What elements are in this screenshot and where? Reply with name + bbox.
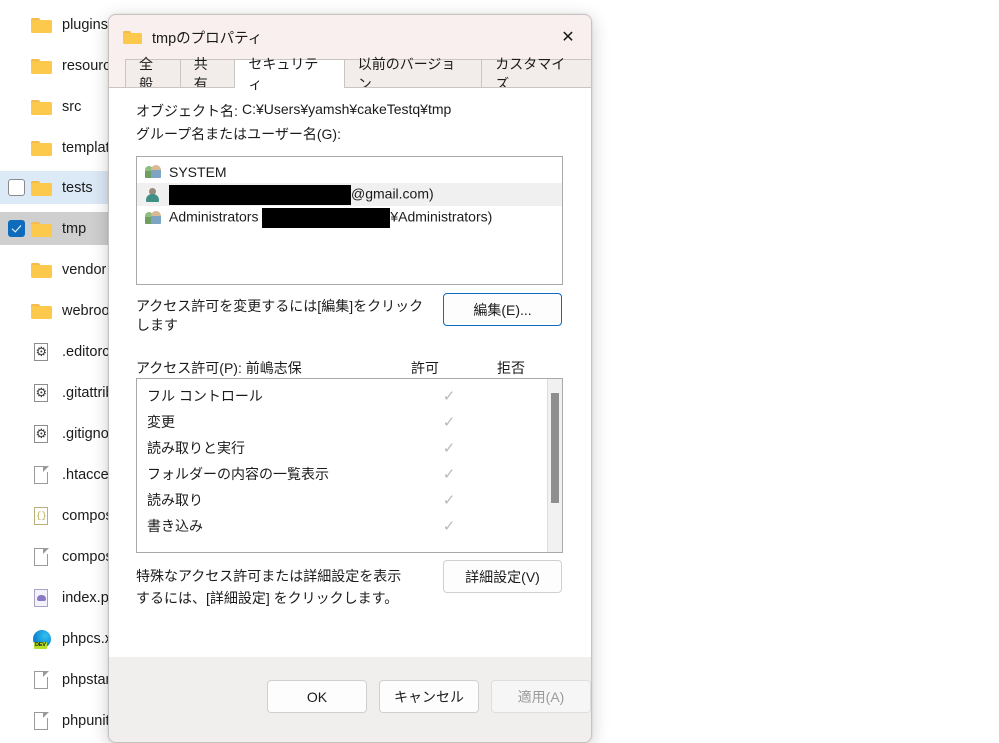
tab-2[interactable]: 共有: [179, 56, 236, 92]
folder-icon: [31, 178, 53, 198]
folder-icon: [123, 29, 143, 46]
principal-row[interactable]: SYSTEM: [137, 160, 562, 183]
permission-name: フル コントロール: [147, 388, 263, 404]
folder-icon: [31, 301, 53, 321]
object-name-value: C:¥Users¥yamsh¥cakeTestq¥tmp: [242, 101, 452, 117]
tab-1[interactable]: 全般: [125, 56, 181, 92]
ok-button[interactable]: OK: [267, 680, 367, 713]
file-list-item-label: vendor: [62, 261, 107, 278]
edit-button[interactable]: 編集(E)...: [443, 293, 562, 326]
checkbox-checked[interactable]: [8, 220, 25, 237]
close-icon[interactable]: ✕: [545, 15, 591, 59]
principal-prefix: Administrators: [169, 208, 263, 225]
principal-label: @gmail.com): [169, 184, 434, 205]
permission-name: フォルダーの内容の一覧表示: [147, 466, 329, 482]
config-file-icon: [31, 424, 53, 444]
permission-allow-check[interactable]: ✓: [419, 519, 479, 534]
permissions-list[interactable]: フル コントロール ✓ 変更 ✓ 読み取りと実行 ✓ フォルダーの内容の一覧表示 ✓ 読み取り ✓…: [136, 378, 563, 553]
permissions-scrollbar[interactable]: [547, 379, 562, 552]
advanced-hint-line1: 特殊なアクセス許可または詳細設定を表示: [136, 568, 402, 584]
config-file-icon: [31, 383, 53, 403]
permission-name: 読み取りと実行: [147, 440, 245, 456]
principal-suffix: ¥Administrators): [390, 208, 493, 225]
user-icon: [145, 186, 162, 203]
folder-icon: [31, 97, 53, 117]
tab-4[interactable]: 以前のバージョン: [343, 56, 483, 92]
tab-5[interactable]: カスタマイズ: [481, 56, 591, 92]
screen: plugins resources src templates tests tmp vend…: [0, 0, 999, 743]
folder-icon: [31, 138, 53, 158]
principal-suffix: @gmail.com): [351, 185, 434, 202]
permission-allow-check[interactable]: ✓: [419, 493, 479, 508]
file-list-item-label: tests: [62, 179, 93, 196]
permission-row[interactable]: 変更 ✓: [137, 409, 562, 435]
file-list-item-label: tmp: [62, 220, 87, 237]
document-icon: [31, 670, 53, 690]
group-icon: [145, 163, 162, 180]
permission-allow-check[interactable]: ✓: [419, 389, 479, 404]
dialog-title: tmpのプロパティ: [152, 30, 263, 47]
redacted-text-block: [262, 207, 391, 228]
permission-allow-check[interactable]: ✓: [419, 467, 479, 482]
permission-row[interactable]: フォルダーの内容の一覧表示 ✓: [137, 461, 562, 487]
permission-allow-check[interactable]: ✓: [419, 415, 479, 430]
folder-icon: [31, 219, 53, 239]
properties-dialog: tmpのプロパティ ✕ 全般 共有 セキュリティ 以前のバージョン カスタマイズ オブジ…: [108, 14, 592, 743]
principal-row[interactable]: Administrators ¥Administrators): [137, 206, 562, 229]
dialog-footer: OK キャンセル 適用(A): [109, 657, 591, 742]
folder-icon: [31, 15, 53, 35]
document-icon: [31, 465, 53, 485]
security-tab-page: オブジェクト名: C:¥Users¥yamsh¥cakeTestq¥tmp グル…: [109, 87, 591, 687]
group-user-label: グループ名またはユーザー名(G):: [136, 126, 341, 142]
object-name-label: オブジェクト名:: [136, 103, 238, 119]
folder-icon: [31, 56, 53, 76]
edit-hint-text: アクセス許可を変更するには[編集]をクリックします: [136, 298, 424, 333]
file-list-item-label: plugins: [62, 16, 108, 33]
principal-label: Administrators ¥Administrators): [169, 207, 493, 228]
php-file-icon: [31, 588, 53, 608]
checkbox-unchecked[interactable]: [8, 179, 25, 196]
advanced-settings-button[interactable]: 詳細設定(V): [443, 560, 562, 593]
file-list-item-label: webroot: [62, 302, 114, 319]
cancel-button[interactable]: キャンセル: [379, 680, 479, 713]
document-icon: [31, 711, 53, 731]
principal-prefix: SYSTEM: [169, 163, 227, 180]
permission-name: 読み取り: [147, 492, 203, 508]
permission-allow-check[interactable]: ✓: [419, 441, 479, 456]
permission-row[interactable]: 読み取りと実行 ✓: [137, 435, 562, 461]
tabstrip: 全般 共有 セキュリティ 以前のバージョン カスタマイズ: [109, 56, 591, 92]
permission-row[interactable]: 書き込み ✓: [137, 513, 562, 539]
principals-listbox[interactable]: SYSTEM @gmail.com) Administrators ¥Adminis…: [136, 156, 563, 285]
permissions-label: アクセス許可(P): 前嶋志保: [136, 360, 302, 376]
config-file-icon: [31, 342, 53, 362]
folder-icon: [31, 260, 53, 280]
advanced-hint-line2: するには、[詳細設定] をクリックします。: [136, 590, 399, 606]
group-icon: [145, 209, 162, 226]
deny-column-header: 拒否: [497, 360, 525, 376]
edge-browser-icon: [31, 629, 53, 649]
json-file-icon: [31, 506, 53, 526]
permission-name: 書き込み: [147, 518, 203, 534]
redacted-text-block: [169, 184, 351, 205]
permission-row[interactable]: フル コントロール ✓: [137, 383, 562, 409]
dialog-titlebar: tmpのプロパティ ✕: [109, 15, 591, 59]
principal-row[interactable]: @gmail.com): [137, 183, 562, 206]
file-list-item-label: src: [62, 98, 82, 115]
tab-3[interactable]: セキュリティ: [234, 56, 345, 92]
allow-column-header: 許可: [411, 360, 439, 376]
apply-button: 適用(A): [491, 680, 591, 713]
document-icon: [31, 547, 53, 567]
scrollbar-thumb[interactable]: [551, 393, 559, 503]
principal-label: SYSTEM: [169, 164, 227, 180]
permission-name: 変更: [147, 414, 175, 430]
permission-row[interactable]: 読み取り ✓: [137, 487, 562, 513]
